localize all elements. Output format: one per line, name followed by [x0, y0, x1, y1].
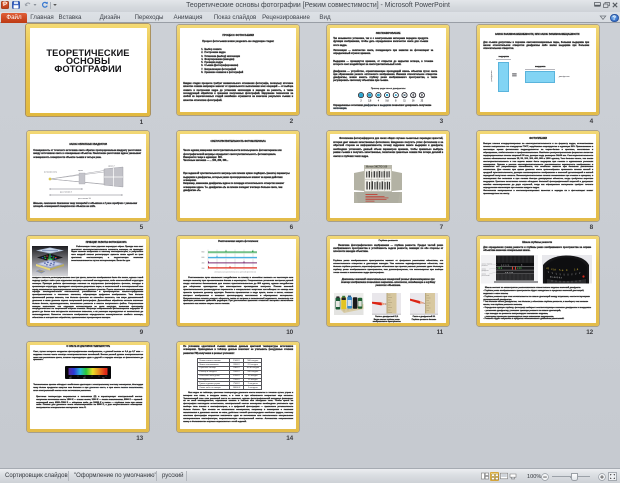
svg-text:2: 2 [360, 100, 362, 101]
svg-text:шкала: шкала [482, 269, 487, 271]
svg-text:спектральная чувствительность: спектральная чувствительность цветной фо… [214, 271, 256, 274]
svg-text:8: 8 [395, 100, 397, 101]
svg-text:расстояние d: расстояние d [60, 192, 72, 194]
svg-text:800: 800 [202, 252, 205, 254]
svg-text:4: 4 [377, 99, 379, 101]
svg-text:400: 400 [202, 263, 205, 265]
svg-text:экран 2: экран 2 [108, 166, 115, 168]
svg-text:источник света: источник света [44, 172, 58, 174]
svg-text:шкала: шкала [482, 274, 487, 276]
svg-text:550: 550 [83, 378, 86, 379]
svg-text:5,6: 5,6 [385, 100, 389, 101]
svg-text:200: 200 [202, 268, 205, 270]
svg-text:Фотон ЭКСПО 100: Фотон ЭКСПО 100 [366, 166, 388, 169]
svg-text:400: 400 [69, 378, 72, 379]
svg-text:шкала глубины: шкала глубины [482, 264, 493, 266]
svg-text:11: 11 [403, 100, 406, 101]
svg-text:700: 700 [102, 378, 105, 379]
svg-text:расстояние 2d: расстояние 2d [78, 198, 91, 200]
svg-text:резкости: резкости [482, 265, 488, 267]
svg-text:8 16: 8 16 [517, 267, 522, 270]
svg-text:16 8: 16 8 [498, 267, 503, 270]
svg-text:3 5 7 15: 3 5 7 15 [505, 271, 514, 274]
svg-text:5.6: 5.6 [559, 269, 564, 272]
svg-text:16: 16 [412, 100, 415, 101]
svg-text:4 2 1 2 4: 4 2 1 2 4 [501, 264, 510, 267]
svg-text:2,8: 2,8 [368, 100, 372, 101]
svg-text:22: 22 [420, 100, 423, 101]
svg-text:600: 600 [202, 257, 205, 259]
svg-text:экран: экран [78, 170, 83, 172]
